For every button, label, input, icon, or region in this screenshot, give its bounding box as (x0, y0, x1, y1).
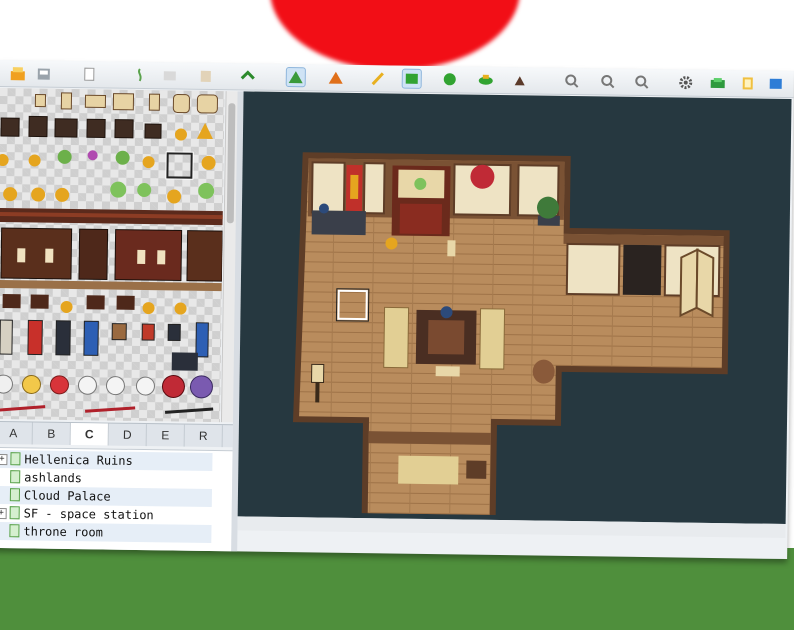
rectangle-icon[interactable] (326, 68, 346, 88)
expand-icon[interactable]: + (0, 453, 8, 466)
map-label: throne room (23, 524, 103, 540)
tab-d[interactable]: D (108, 423, 147, 447)
tab-e[interactable]: E (146, 424, 185, 447)
tile-selection-cursor (166, 152, 193, 179)
map-label: Hellenica Ruins (24, 452, 133, 468)
map-icon (9, 488, 21, 502)
settings-icon[interactable] (676, 72, 696, 92)
map-icon (10, 470, 21, 484)
map-label: Cloud Palace (23, 488, 111, 504)
play-icon[interactable] (766, 74, 786, 94)
pencil-icon[interactable] (368, 68, 388, 88)
map-canvas[interactable] (237, 91, 792, 525)
script-icon[interactable] (738, 73, 758, 93)
zoom-out-icon[interactable] (598, 71, 618, 91)
tileset-tabs: A B C D E R (0, 420, 233, 448)
map-icon (10, 452, 21, 466)
editor-window: A B C D E R + Hellenica Ruins ashlands C… (0, 60, 794, 560)
fill-icon[interactable] (476, 70, 496, 90)
resource-icon[interactable] (708, 73, 728, 93)
map-icon (9, 506, 20, 520)
zoom-actual-icon[interactable] (632, 72, 652, 92)
tileset-scroll-thumb[interactable] (226, 103, 236, 224)
tab-b[interactable]: B (32, 422, 71, 446)
green-surface (0, 548, 794, 630)
tab-r[interactable]: R (184, 424, 223, 448)
event-tool-icon[interactable] (285, 66, 306, 88)
save-icon[interactable] (8, 63, 28, 83)
redo-icon[interactable] (196, 66, 216, 86)
shadow-pen-icon[interactable] (510, 70, 530, 90)
map-tree-item[interactable]: throne room (0, 521, 212, 543)
zoom-in-icon[interactable] (562, 71, 582, 91)
expand-icon[interactable]: + (0, 507, 7, 520)
undo-icon[interactable] (160, 65, 180, 85)
red-blur-blob (270, 0, 520, 70)
paste-icon[interactable] (130, 65, 150, 85)
ellipse-icon[interactable] (440, 69, 460, 89)
tab-a[interactable]: A (0, 421, 33, 445)
tab-c[interactable]: C (70, 423, 109, 446)
map-label: ashlands (24, 470, 83, 486)
map-label: SF - space station (23, 506, 154, 523)
tileset-tiles (0, 92, 224, 414)
map-icon (9, 524, 20, 538)
layer-tool-icon[interactable] (238, 66, 258, 86)
tileset-palette[interactable] (0, 87, 225, 423)
copy-icon[interactable] (80, 64, 100, 84)
map-tree: + Hellenica Ruins ashlands Cloud Palace … (0, 446, 233, 560)
map-view (292, 152, 730, 515)
cut-icon[interactable] (34, 63, 54, 83)
rect-fill-icon[interactable] (401, 68, 422, 89)
